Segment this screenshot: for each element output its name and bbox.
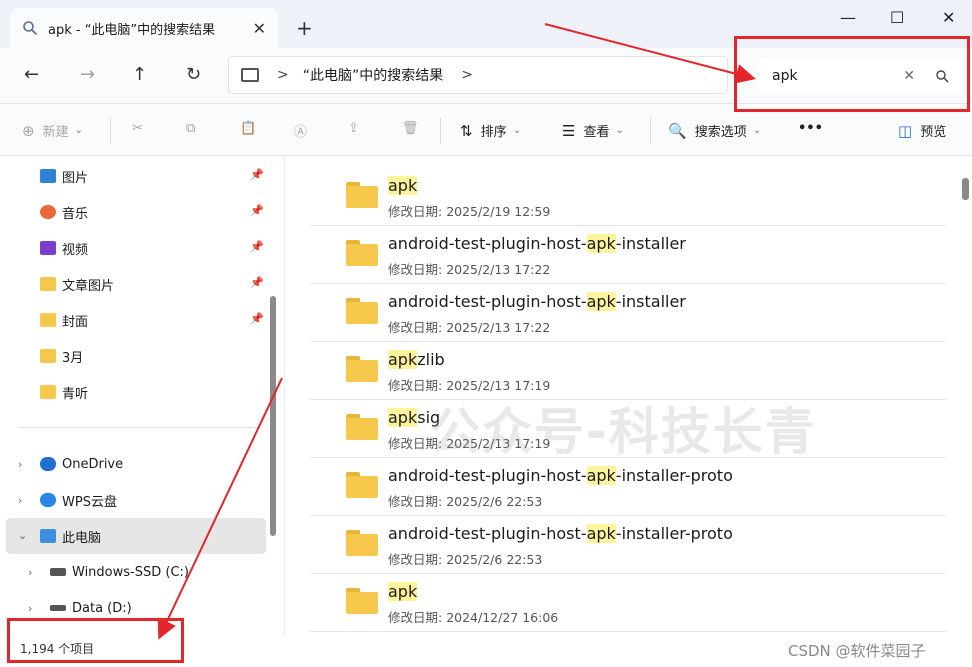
explorer-window: apk - “此电脑”中的搜索结果 ✕ + — ☐ ✕ ← → ↑ ↻ > “此… xyxy=(0,0,972,667)
annotation-arrow xyxy=(157,377,283,640)
annotation-arrow xyxy=(544,23,756,84)
annotation-arrows xyxy=(157,23,756,640)
